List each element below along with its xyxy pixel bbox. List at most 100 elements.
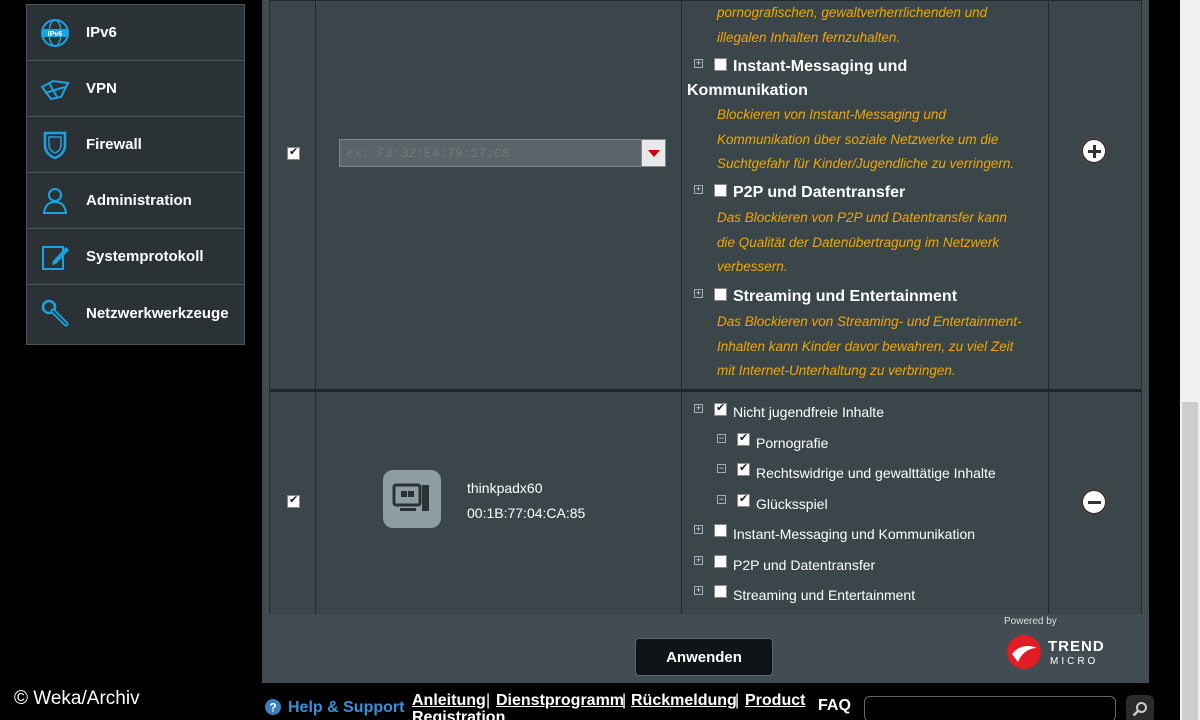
manual-link[interactable]: Anleitung	[412, 692, 486, 710]
minus-icon	[1087, 500, 1101, 504]
desc-line: Das Blockieren von P2P und Datentransfer…	[717, 210, 1007, 225]
category-description: Das Blockieren von P2P und Datentransfer…	[717, 206, 1047, 280]
help-icon: ?	[265, 699, 281, 720]
utility-link[interactable]: Dienstprogramm	[496, 692, 624, 710]
filter-label: Pornografie	[756, 435, 829, 451]
filter-label: Nicht jugendfreie Inhalte	[733, 404, 884, 420]
shield-icon	[39, 129, 71, 161]
search-icon	[1132, 702, 1147, 717]
tree-expand-icon[interactable]: +	[694, 289, 703, 298]
footer-separator: |	[735, 692, 740, 709]
tree-expand-icon[interactable]: +	[694, 404, 703, 413]
filter-checkbox[interactable]	[737, 431, 750, 446]
filter-label: Glücksspiel	[756, 496, 828, 512]
category-title: Streaming und Entertainment	[733, 288, 958, 305]
category-checkbox[interactable]	[714, 184, 727, 197]
log-edit-icon	[39, 241, 71, 273]
table-row: thinkpadx60 00:1B:77:04:CA:85 + Nicht ju…	[270, 392, 1141, 614]
desc-line: Das Blockieren von Streaming- und Entert…	[717, 314, 1022, 329]
tree-expand-icon[interactable]: +	[694, 556, 703, 565]
add-rule-button[interactable]	[1079, 136, 1109, 166]
sidebar-item-label: Netzwerkwerkzeuge	[86, 304, 229, 322]
column-divider	[1048, 392, 1049, 614]
trend-logo-icon	[1007, 635, 1041, 669]
scrollbar-thumb[interactable]	[1182, 402, 1198, 720]
category-description: Das Blockieren von Streaming- und Entert…	[717, 310, 1047, 384]
sidebar-item-label: VPN	[86, 80, 117, 97]
desc-line: Blockieren von Instant-Messaging und	[717, 107, 946, 122]
filter-label: Streaming und Entertainment	[733, 587, 916, 603]
sidebar-item-administration[interactable]: Administration	[27, 173, 244, 229]
product-registration-link[interactable]: Product	[745, 692, 805, 710]
filter-checkbox[interactable]	[737, 492, 750, 507]
apply-button[interactable]: Anwenden	[635, 638, 773, 676]
filter-checkbox[interactable]	[714, 585, 727, 598]
column-divider	[681, 1, 682, 389]
client-mac-input[interactable]	[340, 140, 642, 166]
filter-label: Instant-Messaging und Kommunikation	[733, 526, 976, 542]
vpn-icon	[39, 73, 71, 105]
sidebar-item-label: Firewall	[86, 136, 142, 153]
category-title: Kommunikation	[687, 82, 808, 99]
column-divider	[315, 1, 316, 389]
product-registration-link-line2[interactable]: Registration	[412, 709, 505, 720]
tree-collapse-icon[interactable]: −	[717, 464, 726, 473]
table-row: pornografischen, gewaltverherrlichenden …	[270, 1, 1141, 389]
remove-rule-button[interactable]	[1079, 487, 1109, 517]
parental-controls-panel: pornografischen, gewaltverherrlichenden …	[262, 0, 1149, 683]
column-divider	[315, 392, 316, 614]
sidebar-item-firewall[interactable]: Firewall	[27, 117, 244, 173]
category-title: P2P und Datentransfer	[733, 184, 906, 201]
sidebar-item-ipv6[interactable]: IPv6 IPv6	[27, 5, 244, 61]
powered-by-label: Powered by	[1004, 616, 1057, 627]
filter-checkbox[interactable]	[714, 524, 727, 537]
filter-label: Rechtswidrige und gewalttätige Inhalte	[756, 465, 996, 481]
search-button[interactable]	[1126, 695, 1154, 720]
chevron-down-icon[interactable]	[641, 140, 665, 166]
device-name: thinkpadx60	[467, 480, 543, 496]
desc-line: verbessern.	[717, 259, 788, 274]
help-support-link[interactable]: Help & Support	[288, 699, 404, 717]
sidebar-item-label: Administration	[86, 192, 192, 209]
sidebar-item-systemprotokoll[interactable]: Systemprotokoll	[27, 229, 244, 285]
footer-separator: |	[486, 692, 491, 709]
app-window: IPv6 IPv6 VPN Firewall Administration Sy…	[0, 0, 1200, 720]
desc-line: Inhalten kann Kinder davor bewahren, zu …	[717, 338, 1014, 354]
category-description: Blockieren von Instant-Messaging und Kom…	[717, 103, 1047, 177]
tree-expand-icon[interactable]: +	[694, 185, 703, 194]
trend-micro-logo: Powered by TREND MICRO	[1004, 616, 1124, 676]
column-divider	[1048, 1, 1049, 389]
svg-text:?: ?	[269, 701, 276, 715]
feedback-link[interactable]: Rückmeldung	[631, 692, 737, 710]
filter-checkbox[interactable]	[714, 401, 727, 416]
category-checkbox[interactable]	[714, 288, 727, 301]
tree-expand-icon[interactable]: +	[694, 586, 703, 595]
svg-text:IPv6: IPv6	[48, 31, 63, 38]
tree-expand-icon[interactable]: +	[694, 59, 703, 68]
tree-expand-icon[interactable]: +	[694, 525, 703, 534]
filter-checkbox[interactable]	[714, 555, 727, 568]
filter-checkbox[interactable]	[737, 461, 750, 476]
category-checkbox[interactable]	[714, 58, 727, 71]
vertical-scrollbar[interactable]	[1180, 0, 1200, 720]
enable-checkbox[interactable]	[287, 145, 300, 160]
sidebar: IPv6 IPv6 VPN Firewall Administration Sy…	[26, 4, 245, 345]
trend-brand-sub: MICRO	[1050, 656, 1099, 667]
sidebar-item-label: Systemprotokoll	[86, 248, 204, 265]
desc-line: mit Internet-Unterhaltung zu verbringen.	[717, 363, 956, 378]
desc-line: pornografischen, gewaltverherrlichenden …	[717, 5, 988, 20]
client-mac-select[interactable]	[339, 139, 666, 167]
desc-line: illegalen Inhalten fernzuhalten.	[717, 29, 901, 45]
client-filter-table: pornografischen, gewaltverherrlichenden …	[269, 0, 1142, 614]
sidebar-item-netzwerkwerkzeuge[interactable]: Netzwerkwerkzeuge	[27, 285, 244, 341]
trend-brand: TREND	[1048, 638, 1105, 655]
device-mac: 00:1B:77:04:CA:85	[467, 505, 586, 521]
tree-collapse-icon[interactable]: −	[717, 495, 726, 504]
tree-collapse-icon[interactable]: −	[717, 434, 726, 443]
desc-line: Suchtgefahr für Kinder/Jugendliche zu ve…	[717, 156, 1015, 171]
computer-icon	[383, 470, 441, 528]
sidebar-item-vpn[interactable]: VPN	[27, 61, 244, 117]
category-title: Instant-Messaging und	[733, 58, 908, 75]
faq-search-input[interactable]	[864, 696, 1116, 720]
enable-checkbox[interactable]	[287, 493, 300, 508]
